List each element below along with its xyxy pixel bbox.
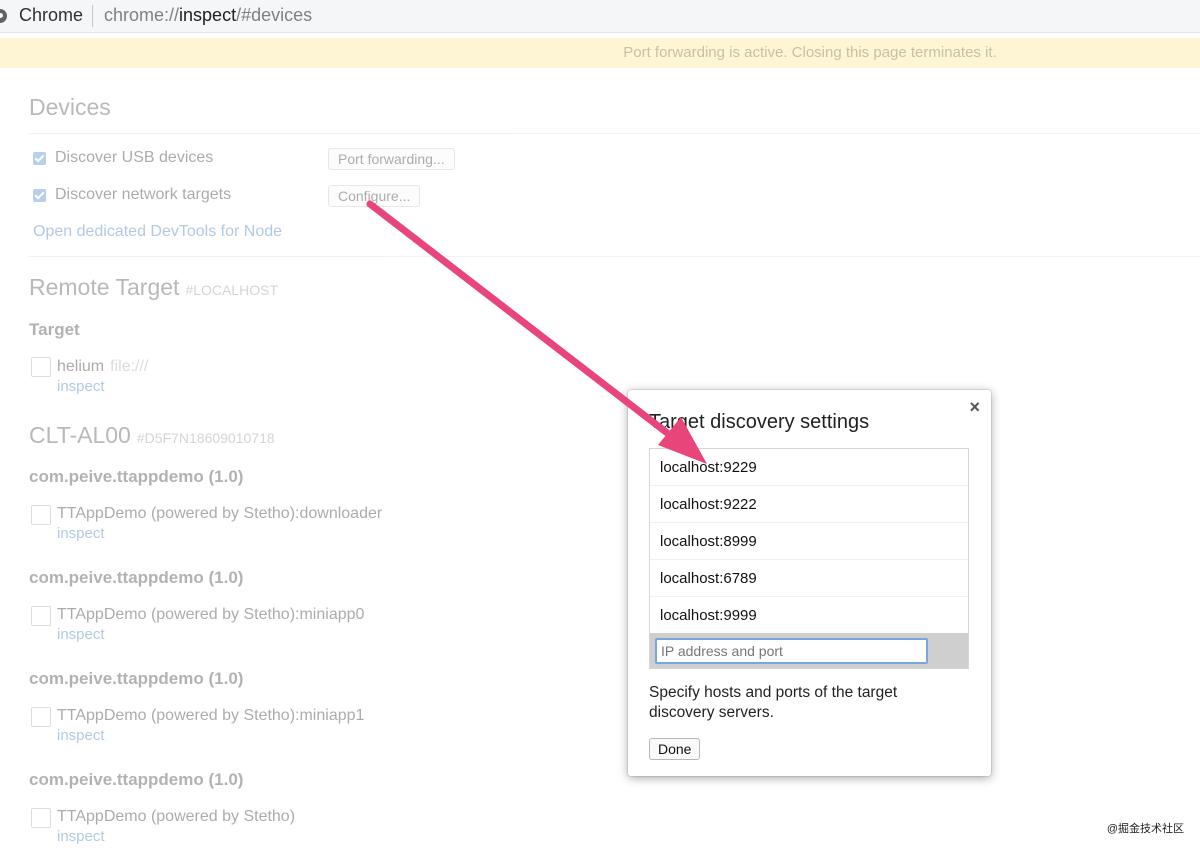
arrow-shaft	[366, 200, 692, 453]
arrow-head	[658, 417, 707, 464]
watermark: @掘金技术社区	[1106, 823, 1184, 835]
annotation-arrow	[366, 200, 707, 464]
